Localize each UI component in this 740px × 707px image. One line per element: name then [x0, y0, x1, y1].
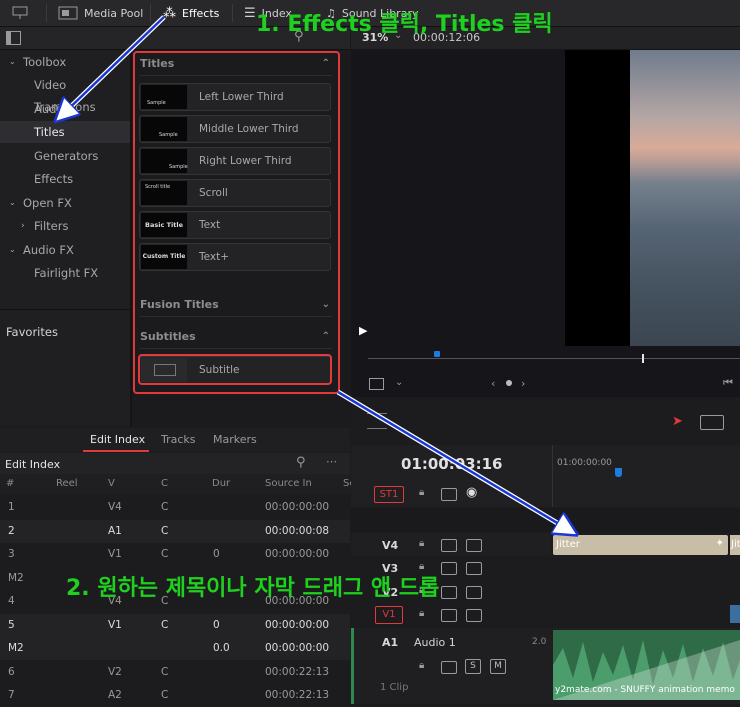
step2-annotation: 2. 원하는 제목이나 자막 드래그 앤 드롭 [66, 576, 440, 601]
step1-annotation: 1. Effects 클릭, Titles 클릭 [256, 12, 553, 37]
